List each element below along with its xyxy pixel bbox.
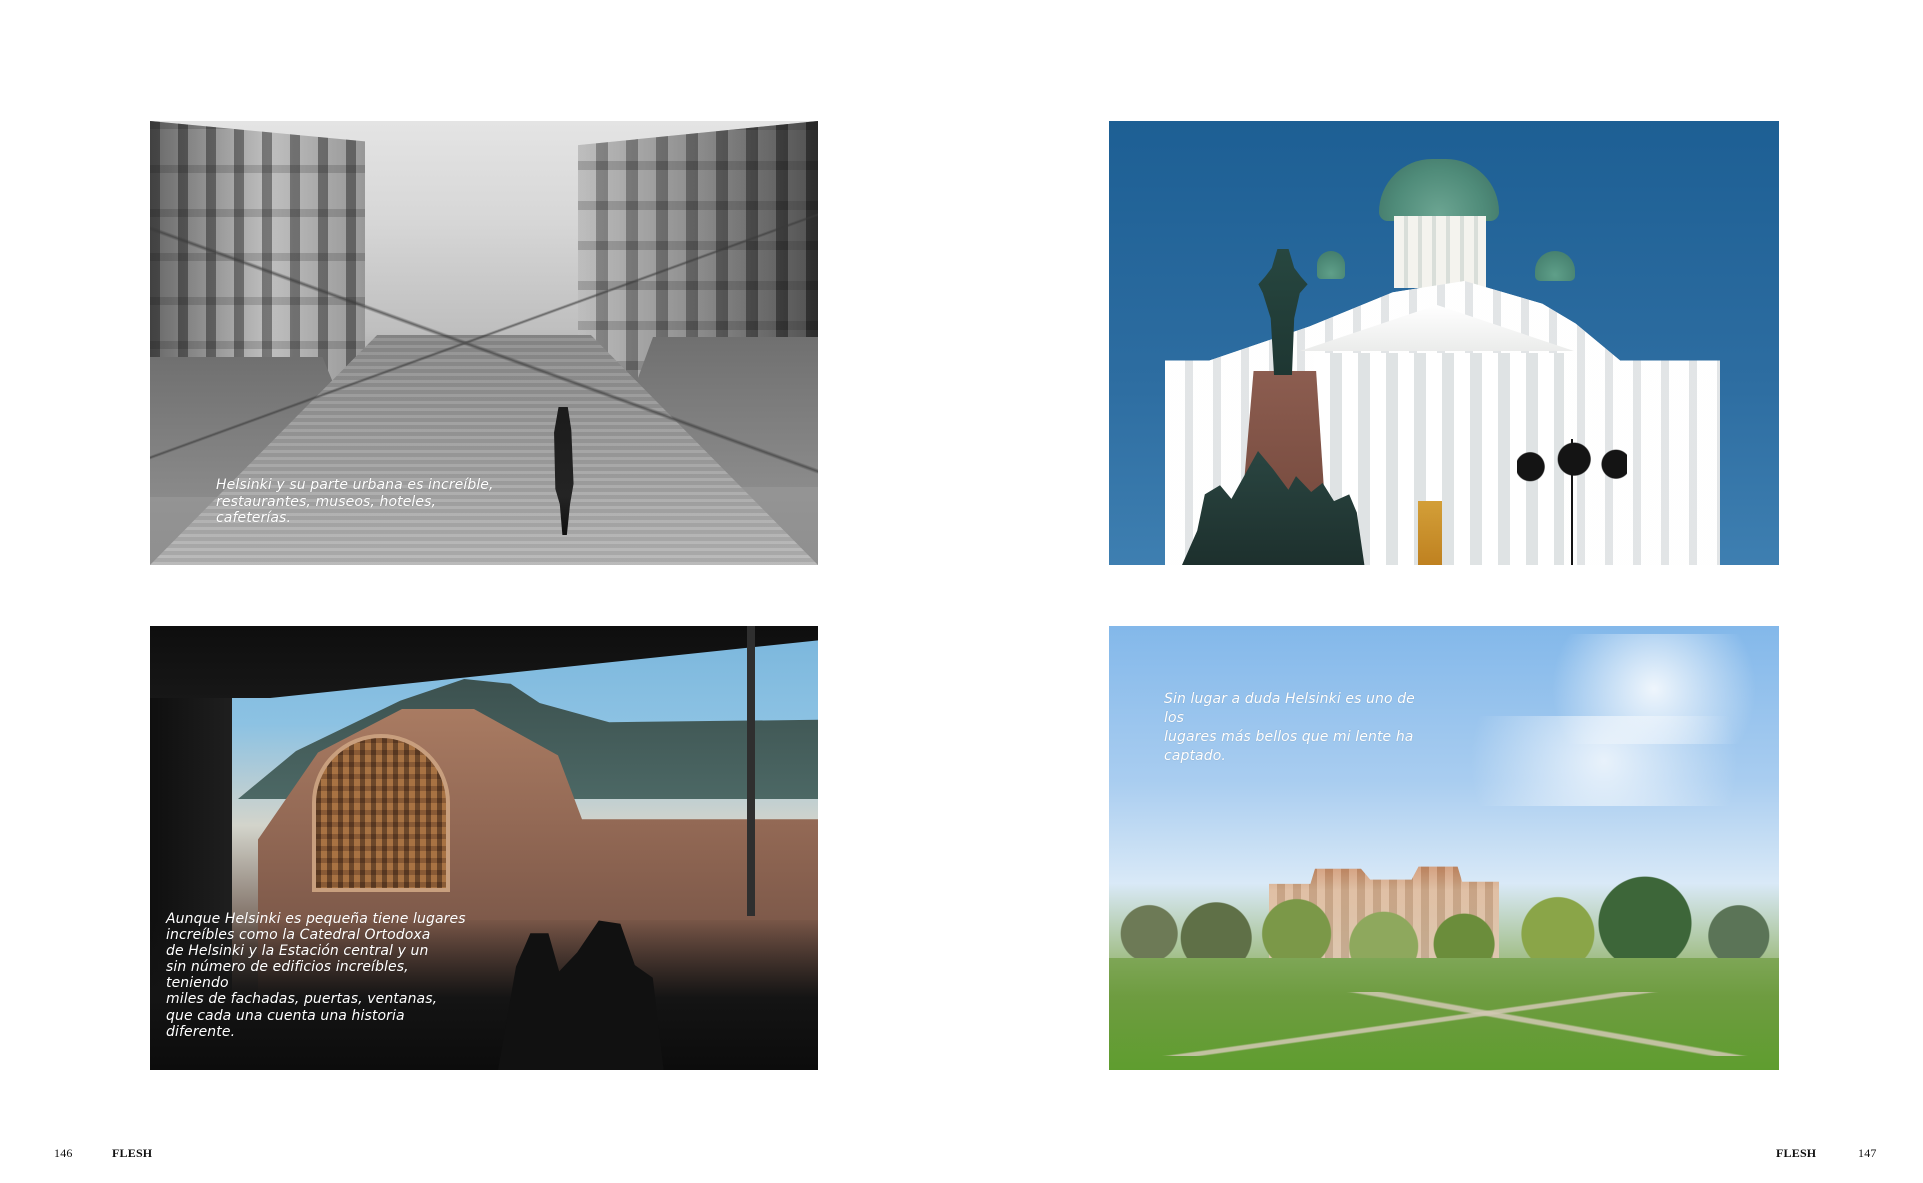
cathedral-photo [1109,121,1779,565]
garden-path [1109,992,1779,1056]
right-page-number: 147 [1858,1146,1877,1160]
cloud [1424,716,1779,806]
left-page-number: 146 [54,1146,73,1160]
caption-station: Aunque Helsinki es pequeña tiene lugares… [166,911,466,1040]
dome-drum [1394,216,1486,288]
magazine-spread: Helsinki y su parte urbana es increíble,… [0,0,1923,1183]
arched-window [312,734,450,892]
caption-park: Sin lugar a duda Helsinki es uno de los … [1164,691,1415,764]
right-brand-label: FLESH [1776,1146,1817,1160]
street-pole [747,626,755,916]
left-small-dome [1317,251,1345,279]
right-small-dome [1535,251,1575,281]
cathedral-door [1418,501,1442,565]
main-dome [1379,159,1499,221]
left-brand-label: FLESH [112,1146,153,1160]
street-lamp [1517,439,1627,565]
caption-street: Helsinki y su parte urbana es increíble,… [216,477,494,527]
